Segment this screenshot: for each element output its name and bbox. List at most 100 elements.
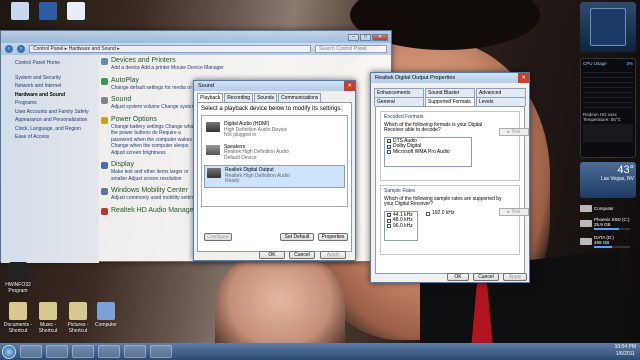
- device-item[interactable]: Speakers Realtek High Definition Audio Def…: [204, 143, 345, 164]
- device-item[interactable]: Digital Audio (HDMI) High Definition Audi…: [204, 120, 345, 141]
- taskbar-firefox[interactable]: [72, 345, 94, 358]
- tab-recording[interactable]: Recording: [224, 93, 254, 102]
- sidebar-item-users[interactable]: User Accounts and Family Safety: [15, 108, 99, 117]
- checkbox[interactable]: [426, 211, 430, 216]
- play-icon: ▸: [507, 129, 511, 135]
- apply-button[interactable]: Apply: [503, 273, 527, 281]
- rate-option[interactable]: 96.0 kHz: [387, 223, 415, 230]
- forward-icon[interactable]: ›: [17, 45, 25, 53]
- category-title[interactable]: Devices and Printers: [111, 57, 391, 65]
- address-bar-row: ‹ › Control Panel ▸ Hardware and Sound ▸…: [1, 43, 391, 55]
- sidebar-item-ease[interactable]: Ease of Access: [15, 133, 99, 142]
- drive-free: 469 GB: [594, 240, 610, 245]
- cancel-button[interactable]: Cancel: [473, 273, 499, 281]
- sidebar-item-hardware[interactable]: Hardware and Sound: [15, 91, 99, 100]
- test-button[interactable]: ▸ Test: [499, 128, 529, 136]
- checkbox[interactable]: [387, 150, 391, 155]
- icon-label: HWiNFO32 Program: [5, 282, 31, 294]
- tab-advanced[interactable]: Advanced: [476, 88, 526, 97]
- close-button[interactable]: ✕: [372, 33, 388, 41]
- computer-icon: [580, 205, 592, 212]
- close-icon[interactable]: ✕: [518, 73, 529, 83]
- close-icon[interactable]: ✕: [344, 81, 355, 91]
- category-links[interactable]: Add a device Add a printer Mouse Device …: [111, 65, 391, 72]
- taskbar-app[interactable]: [98, 345, 120, 358]
- ok-button[interactable]: OK: [447, 273, 469, 281]
- tab-enhancements[interactable]: Enhancements: [374, 88, 424, 97]
- tab-communications[interactable]: Communications: [278, 93, 322, 102]
- drive-icon: [580, 220, 592, 227]
- group-title: Sample Rates: [384, 188, 416, 194]
- drive-usage-fill: [594, 246, 612, 248]
- clock-time: 10:04 PM: [614, 344, 636, 350]
- sidebar-item-system[interactable]: System and Security: [15, 74, 99, 83]
- tab-general[interactable]: General: [374, 97, 424, 106]
- taskbar-media[interactable]: [46, 345, 68, 358]
- set-default-button[interactable]: Set Default: [280, 233, 314, 241]
- sidebar-item-network[interactable]: Network and Internet: [15, 82, 99, 91]
- rate-option[interactable]: 192.0 kHz: [426, 210, 455, 217]
- folder-icon: [39, 302, 57, 320]
- maximize-button[interactable]: □: [360, 33, 371, 41]
- search-input[interactable]: Search Control Panel: [315, 45, 387, 53]
- address-bar[interactable]: Control Panel ▸ Hardware and Sound ▸: [29, 45, 311, 53]
- drive-icon: [580, 238, 592, 245]
- sidebar-item-appearance[interactable]: Appearance and Personalization: [15, 116, 99, 125]
- cpu-meter-gadget[interactable]: CPU Usage 3% Radeon HD xxxx Temperature: …: [580, 58, 636, 158]
- hwinfo-icon: [9, 262, 27, 280]
- playback-panel: Select a playback device below to modify…: [197, 102, 352, 252]
- minimize-button[interactable]: –: [348, 33, 359, 41]
- desktop-icon-hwinfo[interactable]: HWiNFO32 Program: [0, 262, 36, 294]
- taskbar: 10:04 PM 1/6/2011: [0, 343, 640, 360]
- tab-sounds[interactable]: Sounds: [254, 93, 278, 102]
- gpu-temp: Temperature: 56°C: [583, 117, 621, 122]
- tab-playback[interactable]: Playback: [197, 93, 224, 102]
- test-button[interactable]: ▸ Test: [499, 208, 529, 216]
- device-item-selected[interactable]: Realtek Digital Output Realtek High Defin…: [204, 165, 345, 188]
- category-links[interactable]: Make text and other items larger or smal…: [111, 169, 201, 182]
- drive-row: Phoenix SSD (C:) 25.9 GB: [580, 217, 636, 230]
- start-button[interactable]: [2, 344, 16, 359]
- tab-levels[interactable]: Levels: [476, 97, 526, 106]
- group-description: Which of the following sample rates are …: [384, 195, 502, 207]
- ok-button[interactable]: OK: [259, 251, 285, 259]
- checkbox[interactable]: ✓: [387, 213, 391, 218]
- taskbar-controlpanel[interactable]: [150, 345, 172, 358]
- category-links[interactable]: Change battery settings Change what the …: [111, 124, 199, 157]
- sidebar-item-programs[interactable]: Programs: [15, 99, 99, 108]
- format-option[interactable]: Microsoft WMA Pro Audio: [387, 148, 469, 156]
- system-clock[interactable]: 10:04 PM 1/6/2011: [615, 344, 636, 357]
- sound-dialog: Sound ✕ Playback Recording Sounds Commun…: [193, 80, 356, 261]
- drive-row: DATA (D:) 469 GB: [580, 235, 636, 248]
- sidebar-item-clock[interactable]: Clock, Language, and Region: [15, 125, 99, 134]
- speaker-icon: [101, 97, 108, 104]
- tab-supported-formats[interactable]: Supported Formats: [425, 97, 475, 106]
- checkbox[interactable]: ✓: [387, 139, 391, 144]
- digital-output-icon: [207, 168, 221, 178]
- cpu-info-gadget[interactable]: [580, 2, 636, 52]
- desktop-icon-app3[interactable]: [58, 2, 94, 22]
- cancel-button[interactable]: Cancel: [289, 251, 315, 259]
- checkbox[interactable]: [387, 224, 391, 229]
- battery-icon: [101, 116, 108, 124]
- document-icon: [67, 2, 85, 20]
- sample-rates-group: Sample Rates Which of the following samp…: [380, 185, 529, 255]
- back-icon[interactable]: ‹: [5, 45, 13, 53]
- configure-button[interactable]: Configure: [204, 233, 232, 241]
- taskbar-app2[interactable]: [124, 345, 146, 358]
- weather-gadget[interactable]: 43° Las Vegas, NV: [580, 162, 636, 198]
- properties-button[interactable]: Properties: [318, 233, 348, 241]
- sidebar-item-home[interactable]: Control Panel Home: [15, 59, 99, 68]
- weather-temp: 43°: [617, 164, 634, 176]
- apply-button[interactable]: Apply: [320, 251, 346, 259]
- format-label: Microsoft WMA Pro Audio: [393, 148, 450, 155]
- printer-icon: [101, 58, 108, 65]
- tab-sound-blaster[interactable]: Sound Blaster: [425, 88, 475, 97]
- checkbox[interactable]: [387, 218, 391, 223]
- taskbar-explorer[interactable]: [20, 345, 42, 358]
- group-title: Encoded Formats: [384, 114, 424, 120]
- desktop-icon-computer[interactable]: Computer: [88, 302, 124, 328]
- drive-meter-gadget[interactable]: Computer Phoenix SSD (C:) 25.9 GB DATA (D…: [580, 205, 636, 275]
- checkbox[interactable]: ✓: [387, 144, 391, 149]
- group-description: Which of the following formats is your D…: [384, 121, 483, 133]
